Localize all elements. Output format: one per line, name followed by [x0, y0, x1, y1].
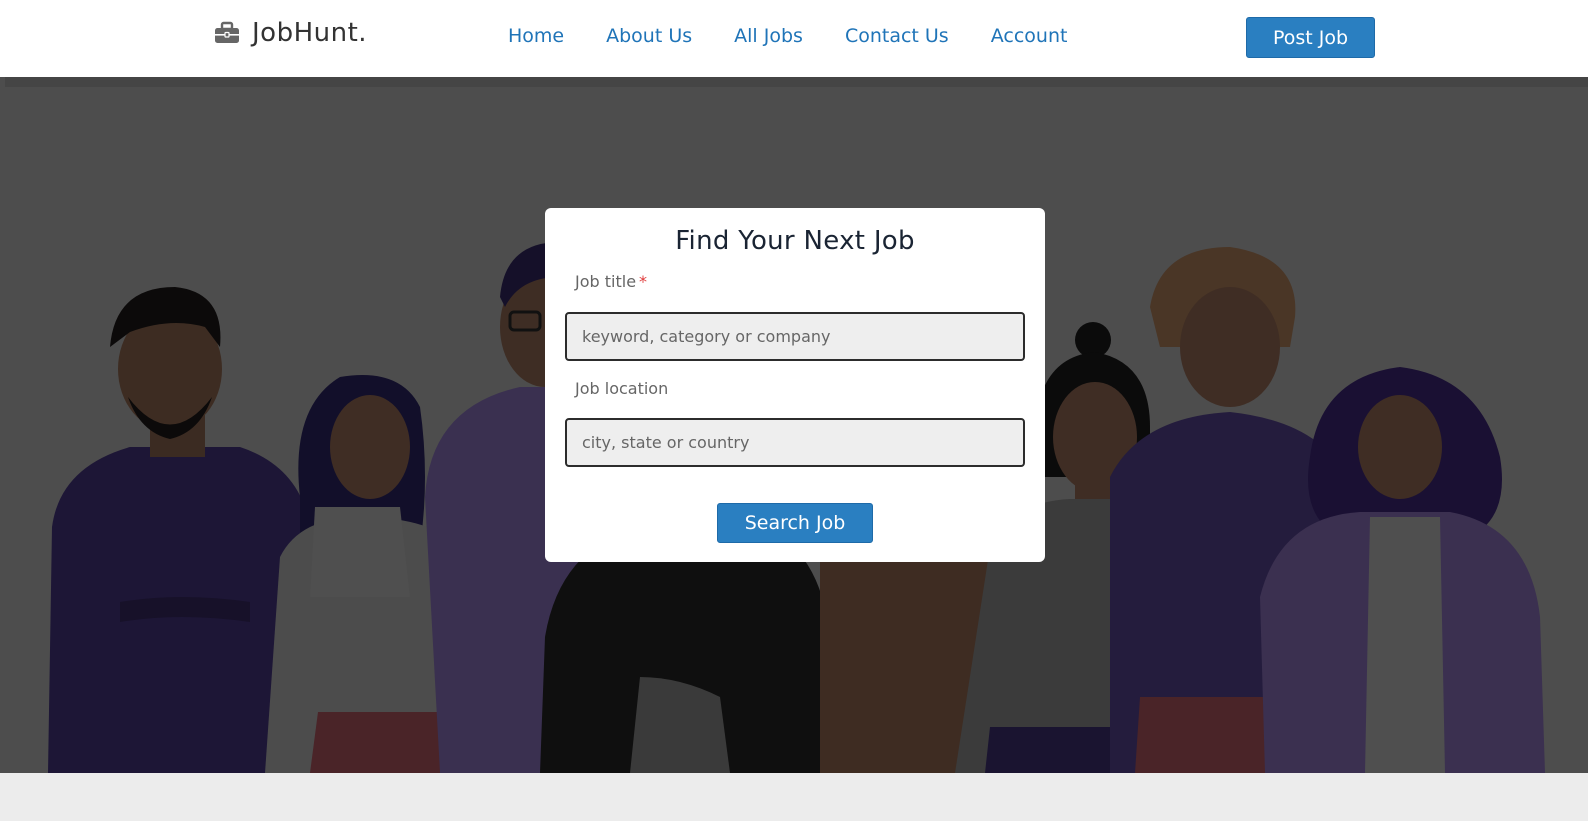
briefcase-icon [214, 20, 240, 46]
nav-link-about-us[interactable]: About Us [606, 25, 692, 47]
required-marker: * [639, 272, 648, 291]
job-location-label: Job location [575, 379, 669, 398]
person-illustration-8 [1260, 367, 1545, 773]
brand-name: JobHunt. [252, 18, 368, 48]
job-title-label: Job title * [575, 272, 647, 291]
job-title-input[interactable] [565, 312, 1025, 361]
search-job-button[interactable]: Search Job [717, 503, 873, 543]
nav-link-home[interactable]: Home [508, 25, 564, 47]
nav-link-contact-us[interactable]: Contact Us [845, 25, 949, 47]
footer-strip [0, 773, 1588, 821]
job-search-card: Find Your Next Job Job title* Job locati… [545, 208, 1045, 562]
nav-link-all-jobs[interactable]: All Jobs [734, 25, 803, 47]
job-location-input[interactable] [565, 418, 1025, 467]
search-card-title: Find Your Next Job [675, 226, 915, 256]
job-title-label-text: Job title [575, 272, 637, 291]
main-nav: Home About Us All Jobs Contact Us Accoun… [508, 25, 1109, 47]
nav-link-account[interactable]: Account [991, 25, 1068, 47]
post-job-button[interactable]: Post Job [1246, 17, 1375, 58]
brand-logo[interactable]: JobHunt. [214, 18, 367, 48]
top-navbar: JobHunt. Home About Us All Jobs Contact … [0, 0, 1588, 77]
